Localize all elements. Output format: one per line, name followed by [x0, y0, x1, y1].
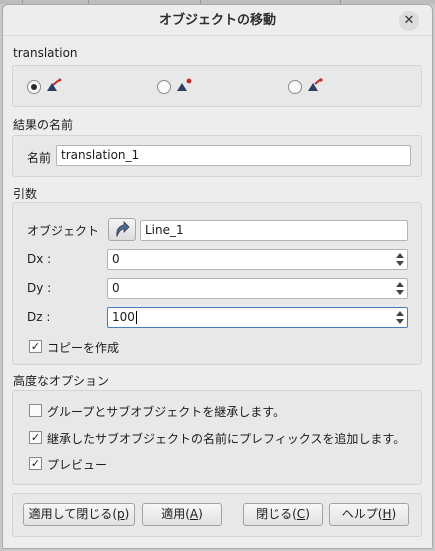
text-caret: [135, 311, 137, 324]
apply-and-close-mnemonic: p: [117, 507, 125, 521]
translate-vector-distance-icon: [308, 78, 323, 91]
dx-spin-arrows[interactable]: [394, 250, 406, 269]
select-object-button[interactable]: [108, 218, 136, 241]
dialog-title: オブジェクトの移動: [158, 13, 276, 28]
close-dialog-button[interactable]: 閉じる(C): [243, 503, 323, 526]
name-label: 名前: [27, 151, 52, 165]
add-prefix-label: 継承したサブオブジェクトの名前にプレフィックスを追加します。: [47, 432, 406, 446]
dz-value: 100: [112, 310, 135, 324]
help-text: ヘルプ(: [341, 507, 383, 521]
dialog-titlebar: オブジェクトの移動 ✕: [3, 5, 432, 36]
advanced-section-label: 高度なオプション: [13, 374, 110, 388]
apply-and-close-button[interactable]: 適用して閉じる(p): [23, 503, 135, 526]
dx-label: Dx :: [27, 252, 52, 266]
inherit-groups-checkbox[interactable]: [29, 404, 42, 417]
close-paren: ): [305, 507, 310, 521]
dy-spinbox[interactable]: 0: [107, 278, 408, 299]
apply-paren: ): [198, 507, 203, 521]
copy-label: コピーを作成: [47, 341, 120, 355]
translation-mode-group: [12, 65, 422, 107]
mode-radio-vector-distance[interactable]: [288, 80, 302, 94]
help-paren: ): [391, 507, 397, 521]
inherit-groups-label: グループとサブオブジェクトを継承します。: [47, 405, 286, 419]
advanced-options-group: グループとサブオブジェクトを継承します。 ✓ 継承したサブオブジェクトの名前にプ…: [12, 390, 422, 485]
help-button[interactable]: ヘルプ(H): [329, 503, 409, 526]
close-icon: ✕: [403, 13, 415, 28]
result-name-group: 名前 translation_1: [12, 135, 422, 177]
dy-spin-arrows[interactable]: [394, 279, 406, 298]
preview-checkbox[interactable]: ✓: [29, 457, 42, 470]
dx-spinbox[interactable]: 0: [107, 249, 408, 270]
result-section-label: 結果の名前: [13, 118, 74, 132]
dy-value: 0: [112, 281, 120, 295]
object-input[interactable]: Line_1: [140, 220, 408, 241]
dz-spinbox[interactable]: 100: [107, 307, 408, 328]
close-button[interactable]: ✕: [399, 11, 419, 31]
translation-dialog: オブジェクトの移動 ✕ translation 結果の名前 名前 transla…: [2, 4, 433, 549]
dz-label: Dz :: [27, 310, 51, 324]
mode-radio-two-points[interactable]: [157, 80, 171, 94]
result-name-input[interactable]: translation_1: [56, 145, 411, 166]
apply-and-close-text: 適用して閉じる(: [28, 507, 117, 521]
object-label: オブジェクト: [27, 224, 100, 238]
select-arrow-icon: [116, 221, 130, 238]
apply-and-close-paren: ): [124, 507, 130, 521]
close-text: 閉じる(: [256, 507, 297, 521]
apply-text: 適用(: [161, 507, 190, 521]
translate-by-vector-icon: [47, 78, 62, 91]
copy-checkbox[interactable]: ✓: [29, 340, 42, 353]
dy-label: Dy :: [27, 281, 52, 295]
apply-button[interactable]: 適用(A): [142, 503, 222, 526]
dx-value: 0: [112, 252, 120, 266]
dz-spin-arrows[interactable]: [394, 308, 406, 327]
translate-two-points-icon: [177, 78, 192, 91]
add-prefix-checkbox[interactable]: ✓: [29, 431, 42, 444]
args-group: オブジェクト Line_1 Dx : 0 Dy : 0 Dz : 100 ✓ コ…: [12, 202, 422, 365]
mode-radio-vector[interactable]: [27, 80, 41, 94]
preview-label: プレビュー: [47, 458, 108, 472]
close-mnemonic: C: [296, 507, 306, 521]
args-section-label: 引数: [13, 187, 38, 201]
translation-section-label: translation: [13, 46, 78, 60]
help-mnemonic: H: [382, 507, 392, 521]
apply-mnemonic: A: [189, 507, 199, 521]
